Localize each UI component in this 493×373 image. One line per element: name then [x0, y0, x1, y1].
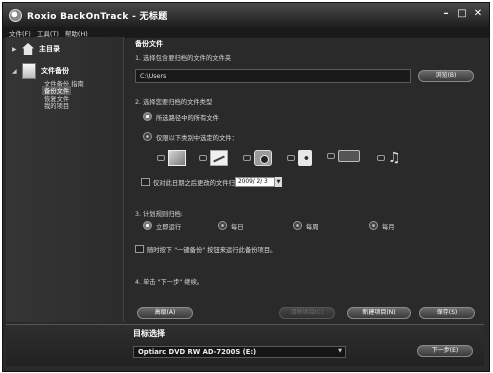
- schedule-run-now-radio[interactable]: [143, 221, 152, 230]
- title-bar: Roxio BackOnTrack - 无标题 – □ ✕: [3, 3, 489, 27]
- expand-arrow-icon[interactable]: ▶: [12, 46, 20, 53]
- schedule-monthly-radio[interactable]: [369, 221, 378, 230]
- schedule-label: 立即运行: [156, 224, 182, 231]
- target-panel: 目标选择 Optiarc DVD RW AD-7200S (E:) ▼ 下一步(…: [6, 324, 484, 366]
- filetype-documents[interactable]: [199, 150, 228, 166]
- drive-select-value: Optiarc DVD RW AD-7200S (E:): [138, 348, 257, 356]
- sidebar-item-file-backup[interactable]: ◢ 文件备份: [6, 63, 124, 79]
- video-icon: [338, 150, 360, 162]
- all-files-label: 所选路径中的所有文件: [156, 115, 219, 122]
- filetype-checkbox[interactable]: [287, 155, 295, 161]
- roxio-logo-icon: [9, 8, 22, 22]
- filetype-images[interactable]: [243, 150, 272, 166]
- onetouch-checkbox[interactable]: [135, 245, 144, 253]
- menu-file[interactable]: 文件(F): [9, 28, 31, 38]
- next-button[interactable]: 下一步(E): [417, 345, 473, 357]
- menu-help[interactable]: 帮助(H): [65, 28, 88, 38]
- section-title: 备份文件: [135, 40, 163, 48]
- new-project-button[interactable]: 新建项目(N): [347, 307, 411, 319]
- sidebar-subitem-projects[interactable]: 我的项目: [44, 101, 69, 110]
- filetype-media[interactable]: [287, 150, 312, 166]
- selected-files-radio[interactable]: [143, 132, 152, 141]
- step4-label: 4. 单击 "下一步" 继续。: [135, 279, 204, 286]
- schedule-label: 每月: [382, 224, 395, 231]
- filetype-checkbox[interactable]: [157, 155, 165, 161]
- all-files-radio[interactable]: [143, 112, 152, 121]
- filetype-photos[interactable]: [157, 150, 186, 166]
- dropdown-arrow-icon[interactable]: ▼: [338, 348, 342, 354]
- onetouch-label: 随时按下 "一键备份" 按钮来运行此备份项目。: [147, 247, 277, 254]
- clear-project-button[interactable]: 清除项目(C): [279, 307, 335, 319]
- collapse-arrow-icon[interactable]: ◢: [12, 68, 20, 75]
- menu-tools[interactable]: 工具(T): [37, 28, 59, 38]
- date-dropdown-icon[interactable]: ▼: [274, 177, 282, 187]
- photo-icon: [168, 150, 186, 166]
- filetype-checkbox[interactable]: [243, 155, 251, 161]
- schedule-label: 每周: [306, 224, 319, 231]
- target-label: 目标选择: [133, 329, 165, 338]
- maximize-button[interactable]: □: [455, 7, 469, 21]
- disc-icon: [298, 150, 312, 166]
- selected-files-label: 仅限以下类别中选定的文件：: [156, 135, 238, 142]
- date-filter-label: 仅对此日期之后更改的文件归档: [153, 180, 242, 187]
- window-title: Roxio BackOnTrack - 无标题: [27, 11, 168, 22]
- sidebar-item-label: 主目录: [39, 45, 60, 53]
- schedule-weekly-radio[interactable]: [293, 221, 302, 230]
- step3-label: 3. 计划规则归档:: [135, 211, 183, 218]
- filetype-music[interactable]: ♫: [377, 150, 401, 166]
- chart-icon: [210, 150, 228, 166]
- filetype-checkbox[interactable]: [377, 155, 385, 161]
- schedule-daily-radio[interactable]: [218, 221, 227, 230]
- step2-label: 2. 选择您要归档的文件类型: [135, 99, 213, 106]
- sidebar-item-home[interactable]: ▶ 主目录: [6, 43, 124, 55]
- step1-label: 1. 选择包含要归档的文件的文件夹: [135, 55, 232, 62]
- schedule-label: 每日: [231, 224, 244, 231]
- drive-select[interactable]: Optiarc DVD RW AD-7200S (E:) ▼: [133, 346, 346, 358]
- sidebar: ▶ 主目录 ◢ 文件备份 文件备份 指南 备份文件 恢复文件 我的项目: [6, 37, 124, 322]
- filetype-checkbox[interactable]: [327, 153, 335, 159]
- minimize-button[interactable]: –: [439, 7, 453, 21]
- camera-icon: [254, 150, 272, 166]
- home-icon: [22, 43, 34, 55]
- filetype-checkbox[interactable]: [199, 155, 207, 161]
- save-button[interactable]: 保存(S): [419, 307, 475, 319]
- filetype-video[interactable]: [327, 150, 360, 162]
- browse-button[interactable]: 浏览(B): [418, 70, 474, 82]
- main-panel: 备份文件 1. 选择包含要归档的文件的文件夹 C:\Users 浏览(B) 2.…: [127, 37, 484, 322]
- date-filter-checkbox[interactable]: [141, 178, 150, 186]
- sidebar-item-label: 文件备份: [41, 67, 69, 75]
- advanced-button[interactable]: 高级(A): [137, 307, 193, 319]
- close-button[interactable]: ✕: [471, 7, 485, 21]
- file-icon: [22, 63, 36, 79]
- music-icon: ♫: [388, 150, 401, 166]
- folder-path-input[interactable]: C:\Users: [135, 69, 411, 83]
